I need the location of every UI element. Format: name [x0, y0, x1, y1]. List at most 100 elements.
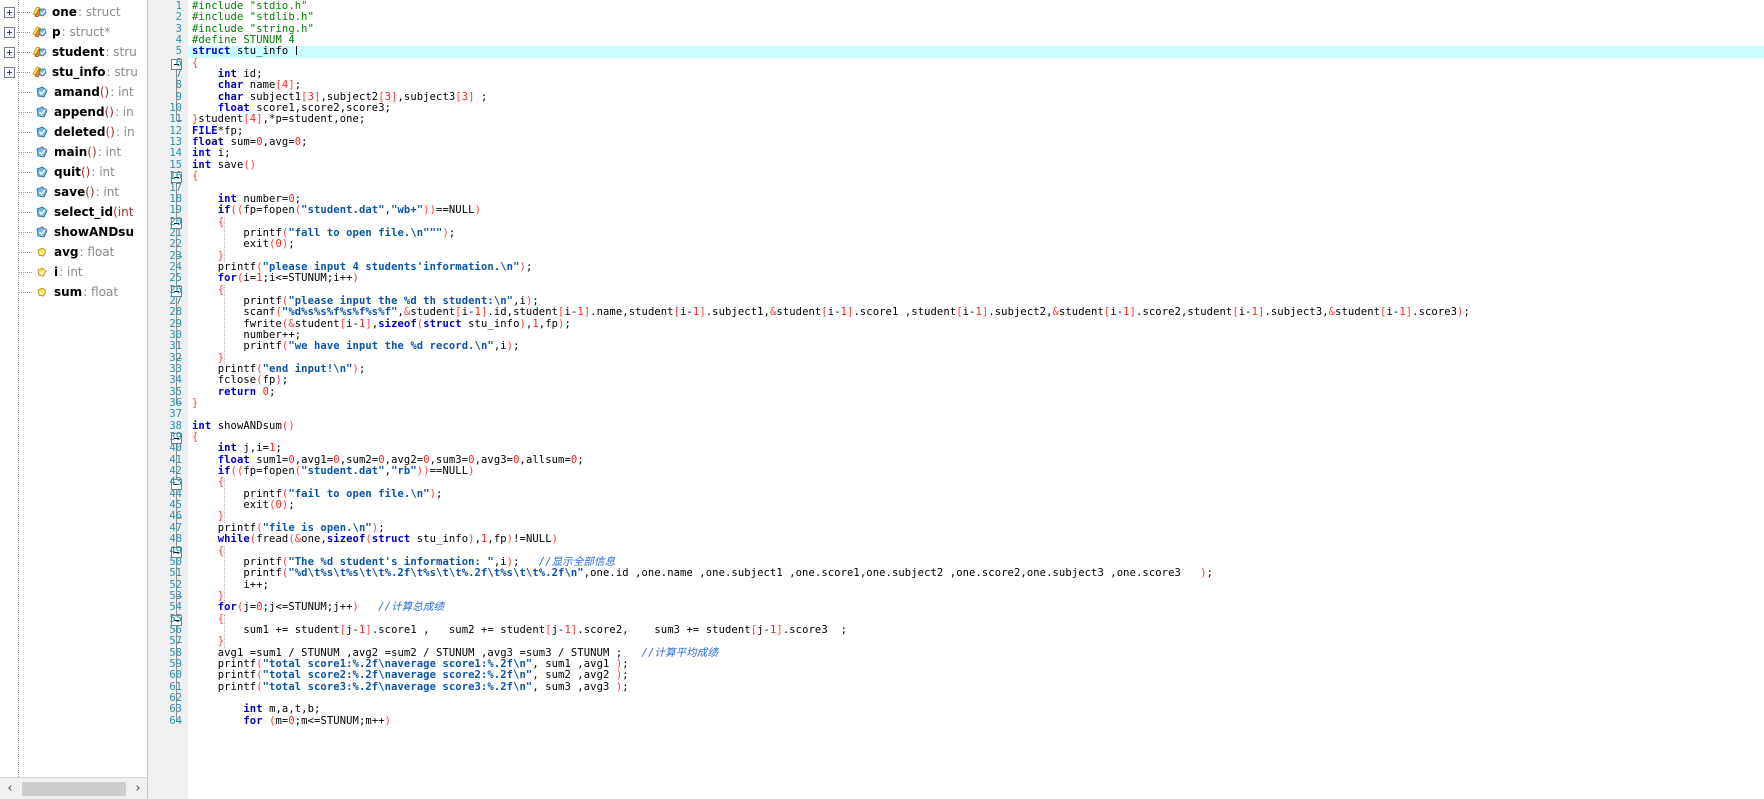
code-line[interactable]: while(fread(&one,sizeof(struct stu_info)…	[188, 533, 1764, 545]
tree-item-select_id[interactable]: select_id (int	[0, 202, 147, 222]
tree-item-paren: ()	[80, 165, 91, 179]
line-number: 31	[169, 340, 182, 353]
tree-item-one[interactable]: one: struct	[0, 2, 147, 22]
tree-item-label: main	[54, 145, 88, 159]
tree-item-amand[interactable]: amand(): int	[0, 82, 147, 102]
tree-connector	[19, 231, 32, 233]
tree-item-avg[interactable]: avg: float	[0, 242, 147, 262]
tree-item-label: avg	[54, 245, 79, 259]
source-code[interactable]: #include "stdio.h" #include "stdlib.h" #in…	[188, 0, 1764, 727]
code-line[interactable]: {	[188, 431, 1764, 443]
code-line[interactable]: exit(0);	[188, 238, 1764, 250]
tree-item-label: student	[52, 45, 105, 59]
code-line[interactable]	[188, 693, 1764, 704]
code-line[interactable]: #include "string.h"	[188, 23, 1764, 35]
code-line[interactable]: float score1,score2,score3;	[188, 102, 1764, 114]
code-line[interactable]: {	[188, 57, 1764, 69]
code-line[interactable]: }	[188, 636, 1764, 647]
tree-item-save[interactable]: save(): int	[0, 182, 147, 202]
expand-toggle-icon[interactable]	[4, 6, 15, 18]
expand-toggle-icon[interactable]	[4, 46, 15, 58]
code-line[interactable]: if((fp=fopen("student.dat","wb+"))==NULL…	[188, 204, 1764, 216]
code-line[interactable]: int m,a,t,b;	[188, 703, 1764, 715]
tree-item-paren: ()	[105, 125, 115, 139]
code-line[interactable]: sum1 += student[j-1].score1 , sum2 += st…	[188, 624, 1764, 636]
tree-item-deleted[interactable]: deleted(): in	[0, 122, 147, 142]
tree-item-type: : float	[79, 245, 115, 259]
code-line[interactable]	[188, 409, 1764, 420]
code-line[interactable]: char subject1[3],subject2[3],subject3[3]…	[188, 91, 1764, 103]
line-number: 60	[169, 669, 182, 682]
code-line[interactable]	[188, 183, 1764, 194]
line-number: 51	[169, 567, 182, 580]
tree-item-type: : int	[95, 185, 120, 199]
sidebar-horizontal-scrollbar[interactable]: ‹ ›	[0, 777, 147, 799]
code-line[interactable]: int save()	[188, 159, 1764, 171]
code-line[interactable]: exit(0);	[188, 499, 1764, 511]
code-line[interactable]: if((fp=fopen("student.dat","rb"))==NULL)	[188, 465, 1764, 477]
code-line[interactable]: #include "stdlib.h"	[188, 12, 1764, 23]
code-line[interactable]: return 0;	[188, 386, 1764, 398]
code-text-area[interactable]: #include "stdio.h" #include "stdlib.h" #in…	[188, 0, 1764, 799]
tree-item-sum[interactable]: sum: float	[0, 282, 147, 302]
expand-toggle-icon[interactable]	[4, 66, 15, 78]
code-line[interactable]: int id;	[188, 68, 1764, 80]
tree-item-stu_info[interactable]: stu_info: stru	[0, 62, 147, 82]
indent-guide	[224, 545, 225, 603]
line-number: 48	[169, 533, 182, 546]
tree-item-student[interactable]: student: stru	[0, 42, 147, 62]
tree-item-i[interactable]: i: int	[0, 262, 147, 282]
code-line[interactable]: for(j=0;j<=STUNUM;j++) //计算总成绩	[188, 601, 1764, 613]
field-icon	[33, 285, 50, 300]
line-number: 63	[169, 703, 182, 716]
tree-connector	[19, 151, 32, 153]
tree-item-label: amand	[54, 85, 100, 99]
code-line[interactable]: #include "stdio.h"	[188, 0, 1764, 12]
scroll-right-arrow-icon[interactable]: ›	[128, 778, 147, 799]
tree-item-paren: ()	[87, 145, 97, 159]
tree-item-p[interactable]: p: struct*	[0, 22, 147, 42]
code-line[interactable]: for(i=1;i<=STUNUM;i++)	[188, 272, 1764, 284]
code-line[interactable]: }student[4],*p=student,one;	[188, 114, 1764, 126]
scrollbar-thumb[interactable]	[22, 781, 126, 796]
code-line[interactable]: struct stu_info	[188, 46, 1764, 58]
tree-item-type: : struct*	[61, 25, 111, 39]
code-line[interactable]: i++;	[188, 579, 1764, 591]
tree-item-main[interactable]: main(): int	[0, 142, 147, 162]
code-line[interactable]: printf("%d\t%s\t%s\t\t%.2f\t%s\t\t%.2f\t…	[188, 567, 1764, 579]
tree-item-label: quit	[54, 165, 81, 179]
tree-connector	[19, 251, 32, 253]
tree-item-type: : struct	[77, 5, 121, 19]
code-line[interactable]: printf("please input 4 students'informat…	[188, 261, 1764, 273]
code-line[interactable]: float sum=0,avg=0;	[188, 136, 1764, 148]
code-line[interactable]: {	[188, 170, 1764, 182]
tree-item-append[interactable]: append(): in	[0, 102, 147, 122]
tree-item-label: showANDsu	[54, 225, 134, 239]
code-line[interactable]: printf("we have input the %d record.\n",…	[188, 340, 1764, 352]
code-line[interactable]: for (m=0;m<=STUNUM;m++)	[188, 715, 1764, 727]
code-line[interactable]: }	[188, 397, 1764, 409]
struct-icon	[31, 5, 48, 20]
code-line[interactable]: fclose(fp);	[188, 374, 1764, 386]
scroll-left-arrow-icon[interactable]: ‹	[0, 778, 20, 799]
code-line[interactable]: int i;	[188, 148, 1764, 160]
code-line[interactable]: }	[188, 511, 1764, 522]
code-line[interactable]: printf("total score3:%.2f\naverage score…	[188, 681, 1764, 693]
tree-item-showandsu[interactable]: showANDsu	[0, 222, 147, 242]
line-number: 19	[169, 204, 182, 217]
code-line[interactable]: }	[188, 352, 1764, 364]
code-line[interactable]: int showANDsum()	[188, 420, 1764, 432]
code-line[interactable]: printf("fail to open file.\n");	[188, 488, 1764, 500]
code-line[interactable]: #define STUNUM 4	[188, 34, 1764, 46]
class-view-tree[interactable]: one: struct p: struct* student: stru stu_in…	[0, 0, 147, 799]
tree-item-quit[interactable]: quit(): int	[0, 162, 147, 182]
code-line[interactable]: FILE*fp;	[188, 125, 1764, 137]
tree-connector	[17, 31, 30, 33]
code-line[interactable]: fwrite(&student[i-1],sizeof(struct stu_i…	[188, 318, 1764, 330]
code-line[interactable]: printf("fall to open file.\n""");	[188, 227, 1764, 239]
line-number: 54	[169, 601, 182, 614]
tree-item-paren: ()	[99, 85, 110, 99]
code-line[interactable]: printf("end input!\n");	[188, 363, 1764, 375]
expand-toggle-icon[interactable]	[4, 26, 15, 38]
editor-area[interactable]: 1 2 3 4 5 6 7 8 9 10 11 12 13 14 15 16 17 18 19 20 21 22 23 24 2…	[148, 0, 1764, 799]
